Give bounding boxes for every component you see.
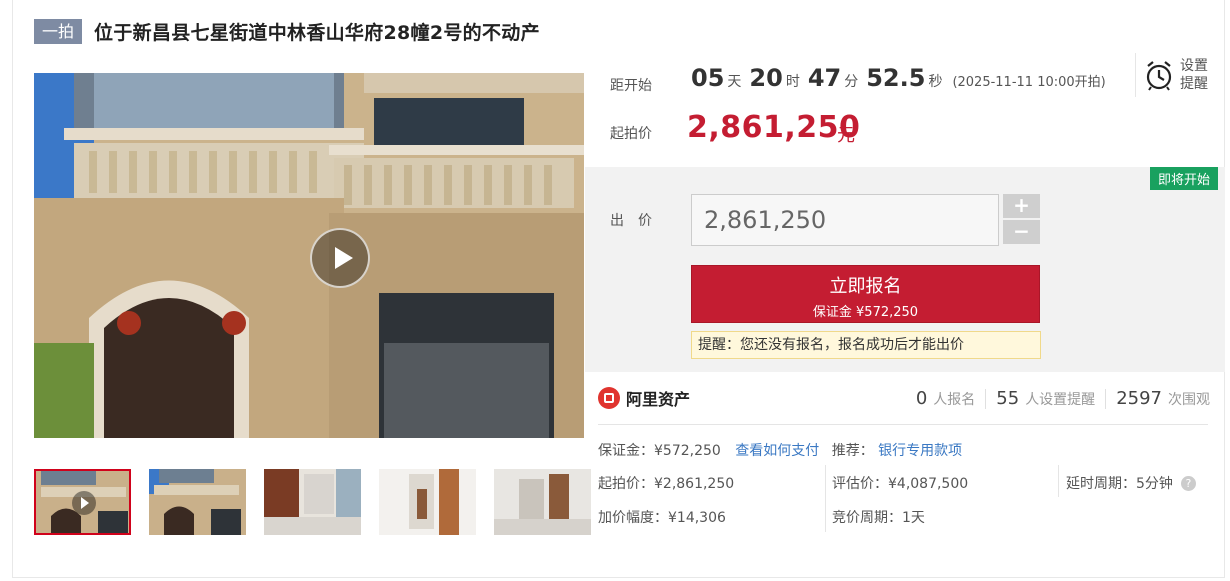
registration-notice: 提醒：您还没有报名，报名成功后才能出价 (691, 331, 1041, 359)
help-icon[interactable]: ? (1180, 476, 1196, 491)
increase-bid-button[interactable]: + (1003, 194, 1040, 218)
play-video-button[interactable] (310, 228, 370, 288)
starting-price-info: 起拍价：¥2,861,250 (598, 476, 735, 492)
platform-brand[interactable]: 阿里资产 (598, 386, 690, 410)
main-photo[interactable] (34, 73, 584, 438)
increment-info: 加价幅度：¥14,306 (598, 510, 726, 526)
auction-stats: 0 人报名 55 人设置提醒 2597 次围观 (916, 388, 1210, 409)
deposit-info: 保证金：¥572,250 (598, 443, 721, 459)
thumbnail-4[interactable] (379, 469, 476, 535)
start-time-note: (2025-11-11 10:00开拍) (952, 75, 1106, 90)
views-count: 2597 (1116, 388, 1162, 409)
bank-payment-link[interactable]: 银行专用款项 (878, 443, 962, 459)
thumbnail-2[interactable] (149, 469, 246, 535)
auction-round-tag: 一拍 (34, 18, 83, 44)
bid-panel: 即将开始 出 价 2,861,250 + − 立即报名 保证金 ¥572,250… (585, 167, 1225, 372)
reminder-label-1: 设置 (1180, 58, 1208, 74)
starting-price-value: 2,861,250 (687, 110, 861, 145)
delay-period-info: 延时周期：5分钟 (1066, 476, 1173, 492)
countdown-label: 距开始 (610, 78, 652, 94)
divider (1058, 465, 1059, 497)
register-button-label: 立即报名 (829, 276, 902, 297)
register-button[interactable]: 立即报名 保证金 ¥572,250 (691, 265, 1040, 323)
views-label: 次围观 (1168, 392, 1210, 408)
days-unit: 天 (727, 74, 742, 90)
platform-name: 阿里资产 (626, 390, 691, 409)
divider (825, 465, 826, 532)
appraisal-info: 评估价：¥4,087,500 (832, 476, 969, 492)
video-icon (72, 491, 96, 515)
divider (985, 388, 987, 409)
countdown-hours: 20 (749, 64, 783, 92)
delay-period-row: 延时周期：5分钟? (1066, 473, 1196, 493)
recommend-label: 推荐： (831, 443, 874, 459)
bidding-period-info: 竞价周期：1天 (832, 510, 925, 526)
deposit-line: 保证金 ¥572,250 (812, 305, 919, 320)
thumbnail-strip (34, 469, 591, 535)
divider (1105, 388, 1107, 409)
registered-label: 人报名 (933, 392, 976, 408)
title-row: 一拍 位于新昌县七星街道中林香山华府28幢2号的不动产 (34, 18, 540, 44)
countdown-days: 05 (691, 64, 725, 92)
ali-asset-logo-icon (598, 387, 620, 409)
thumbnail-3[interactable] (264, 469, 361, 535)
reminders-label: 人设置提醒 (1025, 392, 1096, 408)
thumbnail-5[interactable] (494, 469, 591, 535)
countdown-seconds: 52.5 (866, 64, 926, 92)
starting-price-label: 起拍价 (610, 126, 652, 142)
how-to-pay-link[interactable]: 查看如何支付 (735, 443, 819, 459)
reminder-label-2: 提醒 (1180, 76, 1208, 92)
reminders-count: 55 (996, 388, 1020, 409)
deposit-row: 保证金：¥572,250 查看如何支付 推荐： 银行专用款项 (598, 440, 962, 460)
set-reminder-button[interactable]: 设置 提醒 (1135, 53, 1215, 97)
registered-count: 0 (915, 388, 928, 409)
countdown-minutes: 47 (807, 64, 842, 92)
countdown: 05 天 20 时 47 分 52.5 秒 (2025-11-11 10:00开… (691, 64, 1106, 92)
seconds-unit: 秒 (928, 74, 943, 90)
status-badge: 即将开始 (1149, 167, 1218, 190)
bid-amount-input[interactable]: 2,861,250 (691, 194, 999, 246)
alarm-clock-icon (1146, 61, 1172, 91)
bid-label: 出 价 (610, 213, 652, 229)
minutes-unit: 分 (844, 74, 859, 90)
price-unit: 元 (837, 125, 855, 146)
page-title: 位于新昌县七星街道中林香山华府28幢2号的不动产 (94, 21, 540, 44)
thumbnail-1[interactable] (34, 469, 131, 535)
decrease-bid-button[interactable]: − (1003, 220, 1040, 244)
divider (598, 424, 1208, 425)
hours-unit: 时 (785, 74, 800, 90)
